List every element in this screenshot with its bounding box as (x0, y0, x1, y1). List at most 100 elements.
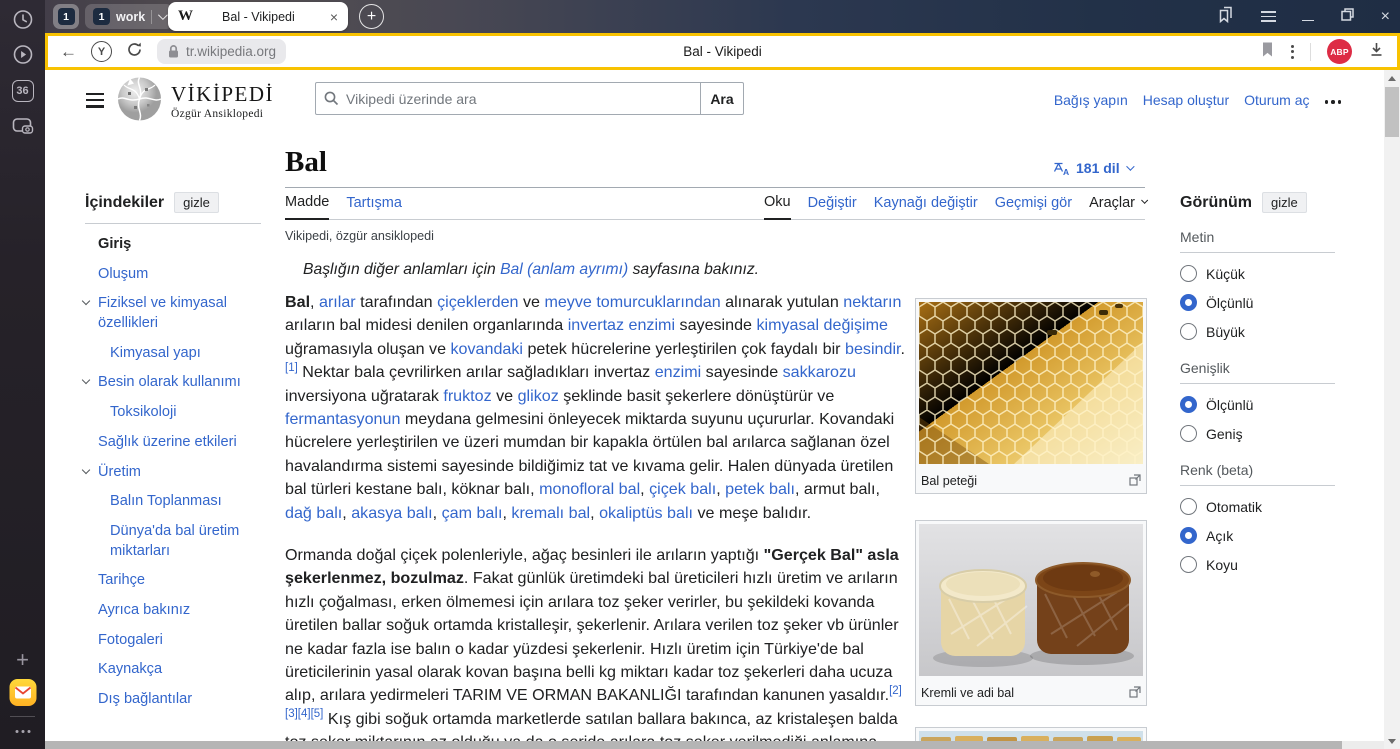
toc-item[interactable]: Balın Toplanması (110, 487, 260, 517)
scroll-up-button[interactable] (1384, 70, 1400, 86)
tab-group-button[interactable]: 1 (53, 4, 79, 29)
inline-link[interactable]: glikoz (518, 387, 559, 405)
toc-item[interactable]: Oluşum (98, 260, 263, 290)
vertical-scrollbar[interactable] (1384, 70, 1400, 749)
inline-link[interactable]: kovandaki (451, 340, 523, 358)
toc-collapse-icon[interactable] (82, 297, 90, 305)
inline-link[interactable]: akasya balı (351, 504, 432, 522)
radio-icon-selected[interactable] (1180, 294, 1197, 311)
create-account-link[interactable]: Hesap oluştur (1143, 92, 1229, 108)
search-submit-button[interactable]: Ara (701, 82, 744, 115)
workspace-selector[interactable]: 1 work (85, 4, 173, 29)
main-menu-icon[interactable] (86, 93, 104, 108)
toc-item[interactable]: Dünya'da bal üretim miktarları (110, 517, 260, 566)
toc-item[interactable]: Giriş (98, 230, 263, 260)
toc-item[interactable]: Toksikoloji (110, 398, 260, 428)
play-icon[interactable] (12, 44, 33, 70)
inline-link[interactable]: sakkarozu (783, 363, 856, 381)
search-input[interactable] (346, 91, 692, 107)
radio-color-light[interactable]: Açık (1180, 521, 1335, 550)
radio-text-standard[interactable]: Ölçünlü (1180, 288, 1335, 317)
language-selector[interactable]: A 181 dil (1053, 160, 1132, 176)
inline-link[interactable]: enzimi (655, 363, 702, 381)
inline-link[interactable]: çam balı (442, 504, 503, 522)
donate-link[interactable]: Bağış yapın (1054, 92, 1128, 108)
maximize-button[interactable] (1340, 7, 1355, 27)
url-field[interactable]: tr.wikipedia.org (157, 39, 286, 64)
tab-madde[interactable]: Madde (285, 194, 329, 220)
reference-link[interactable]: [4] (298, 705, 311, 720)
tab-oku[interactable]: Oku (764, 194, 791, 220)
enlarge-icon[interactable] (1129, 686, 1141, 701)
radio-icon[interactable] (1180, 323, 1197, 340)
reference-link[interactable]: [5] (311, 705, 324, 720)
inline-link[interactable]: monofloral bal (539, 480, 640, 498)
tabs-count-badge[interactable]: 36 (12, 80, 34, 102)
toc-item[interactable]: Tarihçe (98, 566, 263, 596)
active-tab[interactable]: W Bal - Vikipedi × (168, 2, 348, 31)
inline-link[interactable]: invertaz enzimi (568, 316, 675, 334)
inline-link[interactable]: meyve tomurcuklarından (544, 293, 720, 311)
horizontal-scrollbar-thumb[interactable] (45, 741, 1342, 749)
sidebar-more-button[interactable] (15, 730, 30, 733)
browser-menu-icon[interactable] (1261, 11, 1276, 22)
appearance-hide-button[interactable]: gizle (1262, 192, 1307, 213)
radio-icon-selected[interactable] (1180, 527, 1197, 544)
search-box[interactable] (315, 82, 701, 115)
back-button[interactable]: ← (60, 43, 77, 60)
radio-color-auto[interactable]: Otomatik (1180, 492, 1335, 521)
sidebar-add-button[interactable]: + (16, 647, 29, 673)
toc-item[interactable]: Kaynakça (98, 655, 263, 685)
inline-link[interactable]: nektarın (843, 293, 901, 311)
toc-item[interactable]: Üretim (98, 458, 263, 488)
toc-item[interactable]: Fotogaleri (98, 626, 263, 656)
screen-capture-icon[interactable] (11, 116, 34, 142)
scroll-down-button[interactable] (1384, 733, 1400, 749)
inline-link[interactable]: çiçeklerden (437, 293, 518, 311)
radio-icon[interactable] (1180, 556, 1197, 573)
reload-button[interactable] (126, 41, 143, 63)
inline-link[interactable]: arılar (319, 293, 356, 311)
radio-icon[interactable] (1180, 498, 1197, 515)
inline-link[interactable]: fruktoz (443, 387, 491, 405)
inline-link[interactable]: besindir (845, 340, 900, 358)
reference-link[interactable]: [2] (889, 682, 902, 697)
tools-menu[interactable]: Araçlar (1089, 194, 1145, 219)
inline-link[interactable]: okaliptüs balı (599, 504, 693, 522)
downloads-icon[interactable] (1368, 41, 1385, 63)
radio-text-large[interactable]: Büyük (1180, 317, 1335, 346)
inline-link[interactable]: kimyasal değişime (756, 316, 887, 334)
toc-hide-button[interactable]: gizle (174, 192, 219, 213)
history-clock-icon[interactable] (12, 9, 33, 35)
radio-icon[interactable] (1180, 265, 1197, 282)
wikipedia-globe-logo[interactable] (116, 75, 163, 127)
inline-link[interactable]: petek balı (725, 480, 795, 498)
inline-link[interactable]: kremalı bal (511, 504, 590, 522)
figure-honeycomb[interactable]: Bal peteği (915, 298, 1147, 494)
user-menu-more-icon[interactable] (1325, 96, 1342, 104)
minimize-button[interactable] (1302, 12, 1314, 22)
toc-collapse-icon[interactable] (82, 465, 90, 473)
inline-link[interactable]: dağ balı (285, 504, 342, 522)
yandex-button[interactable]: Y (91, 41, 112, 62)
bookmark-page-icon[interactable] (1260, 41, 1275, 63)
toc-item[interactable]: Kimyasal yapı (110, 339, 260, 369)
radio-icon-selected[interactable] (1180, 396, 1197, 413)
radio-text-small[interactable]: Küçük (1180, 259, 1335, 288)
wikipedia-wordmark[interactable]: VİKİPEDİ Özgür Ansiklopedi (171, 82, 274, 120)
tab-gecmisi-gor[interactable]: Geçmişi gör (995, 194, 1072, 219)
tab-kaynagi-degistir[interactable]: Kaynağı değiştir (874, 194, 978, 219)
toc-item[interactable]: Dış bağlantılar (98, 685, 263, 715)
toc-item[interactable]: Ayrıca bakınız (98, 596, 263, 626)
inline-link[interactable]: çiçek balı (649, 480, 716, 498)
login-link[interactable]: Oturum aç (1244, 92, 1309, 108)
new-tab-button[interactable]: + (359, 4, 384, 29)
reference-link[interactable]: [3] (285, 705, 298, 720)
enlarge-icon[interactable] (1129, 474, 1141, 489)
inline-link[interactable]: fermantasyonun (285, 410, 400, 428)
toc-item[interactable]: Sağlık üzerine etkileri (98, 428, 263, 458)
tab-tartisma[interactable]: Tartışma (346, 194, 402, 219)
yandex-mail-icon[interactable] (9, 679, 36, 706)
bookmarks-panel-icon[interactable] (1216, 5, 1235, 29)
toc-item[interactable]: Fiziksel ve kimyasal özellikleri (98, 289, 263, 338)
